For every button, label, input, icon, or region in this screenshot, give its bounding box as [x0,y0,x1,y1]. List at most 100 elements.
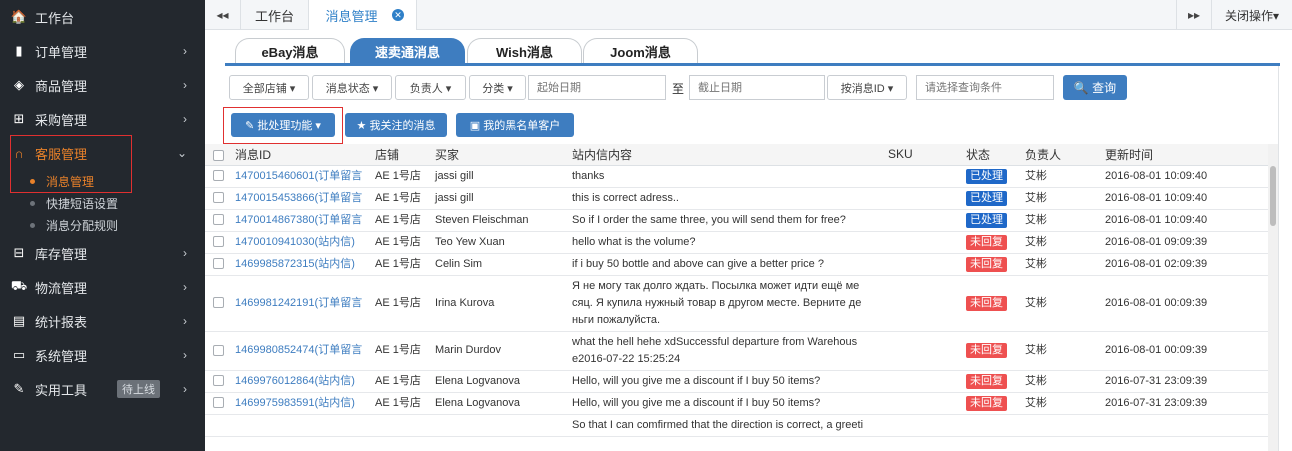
sidebar-subitem-label: 消息分配规则 [46,218,119,233]
header-buyer[interactable]: 买家 [429,144,566,166]
chevron-icon: › [183,112,187,126]
batch-process-button[interactable]: ✎ 批处理功能 ▾ [231,113,335,137]
cell-id[interactable]: 1470010941030(站内信) [229,231,369,254]
query-input[interactable] [916,75,1054,100]
store-select[interactable]: 全部店铺 ▾ [229,75,309,100]
cell-time: 2016-08-01 10:09:40 [1099,209,1268,232]
row-checkbox[interactable] [213,297,224,309]
status-cell: 未回复 [960,370,1019,393]
row-checkbox[interactable] [213,258,224,270]
sidebar-item[interactable]: ▭ 系统管理 › [0,338,205,372]
cell-content: hello what is the volume? [566,231,882,254]
select-all-checkbox[interactable] [213,149,224,161]
sidebar-item[interactable]: ∩ 客服管理 ⌄ [0,136,205,170]
tab-joom-messages[interactable]: Joom消息 [583,38,698,63]
cell-id[interactable]: 1470015460601(订单留言 [229,165,369,188]
sidebar-subitem[interactable]: 消息分配规则 [0,214,205,236]
row-checkbox[interactable] [213,344,224,356]
cell-id[interactable]: 1470015453866(订单留言 [229,187,369,210]
row-select-cell [205,331,229,371]
table-row[interactable]: 1470010941030(站内信) AE 1号店 Teo Yew Xuan hell… [205,231,1268,254]
header-sku[interactable]: SKU [882,144,960,166]
search-button[interactable]: 🔍 查询 [1063,75,1127,100]
cell-id[interactable]: 1470014867380(订单留言 [229,209,369,232]
tab-scroll-right-icon[interactable]: ▸▸ [1176,0,1212,30]
header-store[interactable]: 店铺 [369,144,429,166]
header-content[interactable]: 站内信内容 [566,144,882,166]
cell-time: 2016-08-01 02:09:39 [1099,253,1268,276]
cell-sku [882,370,960,393]
header-updated[interactable]: 更新时间 [1099,144,1268,166]
cell-owner: 艾彬 [1019,253,1099,276]
scrollbar-thumb[interactable] [1270,166,1276,226]
cell-id[interactable]: 1469981242191(订单留言 [229,275,369,332]
sidebar-item[interactable]: ▤ 统计报表 › [0,304,205,338]
tab-message-management[interactable]: 消息管理 ✕ [309,0,417,30]
cell-content: So that I can comfirmed that the directi… [566,414,882,437]
status-cell: 未回复 [960,253,1019,276]
tab-wish-messages[interactable]: Wish消息 [467,38,582,63]
table-row[interactable]: 1470015453866(订单留言 AE 1号店 jassi gill this i… [205,187,1268,210]
row-checkbox[interactable] [213,192,224,204]
sidebar-item-label: 实用工具 [35,382,88,398]
close-tab-icon[interactable]: ✕ [392,9,404,21]
status-badge: 已处理 [966,212,1007,228]
sidebar-item[interactable]: ⛟ 物流管理 › [0,270,205,304]
status-select[interactable]: 消息状态 ▾ [312,75,392,100]
end-date-input[interactable] [689,75,825,100]
blacklist-customers-button[interactable]: ▣ 我的黑名单客户 [456,113,574,137]
cell-id[interactable]: 1469975983591(站内信) [229,392,369,415]
cell-buyer: jassi gill [429,187,566,210]
table-row[interactable]: 1469985872315(站内信) AE 1号店 Celin Sim if i bu… [205,253,1268,276]
cell-id[interactable]: 1469985872315(站内信) [229,253,369,276]
row-checkbox[interactable] [213,236,224,248]
sidebar-subitem[interactable]: 消息管理 [0,170,205,192]
row-checkbox[interactable] [213,375,224,387]
chevron-icon: › [183,382,187,396]
row-checkbox[interactable] [213,214,224,226]
header-message-id[interactable]: 消息ID [229,144,369,166]
header-owner[interactable]: 负责人 [1019,144,1099,166]
tab-scroll-left-icon[interactable]: ◂◂ [205,0,241,30]
cell-owner: 艾彬 [1019,331,1099,371]
sidebar-item[interactable]: ▮ 订单管理 › [0,34,205,68]
category-select[interactable]: 分类 ▾ [469,75,526,100]
owner-select[interactable]: 负责人 ▾ [395,75,466,100]
header-status[interactable]: 状态 [960,144,1019,166]
cell-id[interactable]: 1469976012864(站内信) [229,370,369,393]
chevron-icon: › [183,280,187,294]
table-scrollbar[interactable] [1268,144,1278,451]
search-type-select[interactable]: 按消息ID ▾ [827,75,907,100]
cell-owner: 艾彬 [1019,165,1099,188]
table-row[interactable]: 1470015460601(订单留言 AE 1号店 jassi gill thanks… [205,165,1268,188]
cell-store: AE 1号店 [369,331,429,371]
sidebar-item[interactable]: ◈ 商品管理 › [0,68,205,102]
sidebar-item[interactable]: ⊞ 采购管理 › [0,102,205,136]
message-table: 消息ID 店铺 买家 站内信内容 SKU 状态 负责人 更新时间 1470015… [205,144,1268,451]
cell-id[interactable] [229,414,369,437]
table-row[interactable]: 1469981242191(订单留言 AE 1号店 Irina Kurova Я не… [205,275,1268,332]
cell-id[interactable]: 1469980852474(订单留言 [229,331,369,371]
sidebar-subitem[interactable]: 快捷短语设置 [0,192,205,214]
close-operations-dropdown[interactable]: 关闭操作▾ [1212,0,1292,30]
cell-time: 2016-08-01 00:09:39 [1099,275,1268,332]
table-row[interactable]: 1469976012864(站内信) AE 1号店 Elena Logvanova H… [205,370,1268,393]
table-row[interactable]: 1469975983591(站内信) AE 1号店 Elena Logvanova H… [205,392,1268,415]
row-checkbox[interactable] [213,397,224,409]
cell-time: 2016-07-31 23:09:39 [1099,370,1268,393]
table-row[interactable]: 1469980852474(订单留言 AE 1号店 Marin Durdov what… [205,331,1268,371]
chevron-icon: › [183,44,187,58]
sidebar-subitem-label: 快捷短语设置 [46,196,119,211]
cell-owner: 艾彬 [1019,275,1099,332]
tab-aliexpress-messages[interactable]: 速卖通消息 [350,38,465,63]
sidebar-item[interactable]: ✎ 实用工具 待上线 › [0,372,205,406]
table-row[interactable]: So that I can comfirmed that the directi… [205,414,1268,437]
table-row[interactable]: 1470014867380(订单留言 AE 1号店 Steven Fleischma… [205,209,1268,232]
followed-messages-button[interactable]: ★ 我关注的消息 [345,113,447,137]
tab-workbench[interactable]: 工作台 [241,0,309,30]
row-checkbox[interactable] [213,170,224,182]
tab-ebay-messages[interactable]: eBay消息 [235,38,345,63]
sidebar-item[interactable]: 🏠 工作台 [0,0,205,34]
sidebar-item[interactable]: ⊟ 库存管理 › [0,236,205,270]
start-date-input[interactable] [528,75,666,100]
